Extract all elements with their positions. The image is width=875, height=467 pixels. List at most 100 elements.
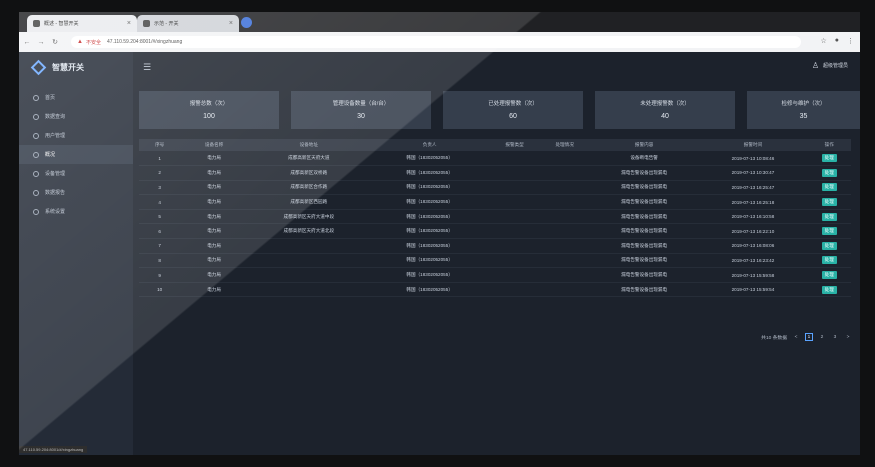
tab-favicon-icon <box>143 20 150 27</box>
table-row: 1 电力局 成都高新区天府大道 韩国（18302052055） 设备断电告警 2019-0… <box>139 151 851 167</box>
table-cell <box>539 151 590 167</box>
table-cell: 韩国（18302052055） <box>369 209 490 225</box>
table-cell: 处理 <box>807 194 851 210</box>
column-header: 设备名称 <box>180 139 248 151</box>
table-cell: 处理 <box>807 165 851 181</box>
sidebar-item-query[interactable]: 数据查询 <box>19 107 133 126</box>
next-page-button[interactable]: > <box>844 333 852 341</box>
stat-label: 检修与维护（次） <box>781 101 826 107</box>
handle-button[interactable]: 处理 <box>821 183 837 192</box>
table-cell: 6 <box>139 223 181 240</box>
chart-icon <box>33 151 39 158</box>
table-body: 1 电力局 成都高新区天府大道 韩国（18302052055） 设备断电告警 2019-0… <box>139 151 851 298</box>
stat-value: 40 <box>661 113 669 120</box>
sidebar-item-devices[interactable]: 设备管理 <box>19 164 133 183</box>
table-cell: 韩国（18302052055） <box>369 282 490 298</box>
table-cell: 漏电告警设备出现漏电 <box>589 267 699 283</box>
stat-label: 报警总数（次） <box>189 101 229 107</box>
menu-icon[interactable]: ⋮ <box>847 37 854 45</box>
column-header: 报警内容 <box>589 139 699 151</box>
sidebar: 智慧开关 首页 数据查询 用户管理 概况 设备管理 数据报告 系统设置 <box>19 52 133 455</box>
table-row: 3 电力局 成都高新区合作路 韩国（18302052055） 漏电告警设备出现漏电 201… <box>139 180 851 196</box>
brand-name: 智慧开关 <box>52 62 84 72</box>
table-cell: 5 <box>139 209 181 225</box>
table-cell <box>489 253 540 269</box>
stat-card-unhandled: 未处理报警数（次） 40 <box>595 91 735 129</box>
sidebar-item-overview[interactable]: 概况 <box>19 145 133 164</box>
user-menu[interactable]: ♙ 超级管理员 <box>812 61 848 70</box>
handle-button[interactable]: 处理 <box>821 256 837 265</box>
table-cell: 1 <box>139 151 181 167</box>
sidebar-item-label: 设备管理 <box>45 171 66 177</box>
back-icon[interactable]: ← <box>21 39 33 46</box>
new-tab-icon[interactable] <box>241 17 252 28</box>
table-cell: 漏电告警设备出现漏电 <box>589 253 699 269</box>
url-input[interactable]: ▲ 不安全 47.110.59.204:8001/#/xingzhuang <box>71 36 801 48</box>
reload-icon[interactable]: ↻ <box>49 38 61 46</box>
table-cell: 成都高新区天府大道北段 <box>247 223 370 240</box>
handle-button[interactable]: 处理 <box>821 241 837 250</box>
handle-button[interactable]: 处理 <box>821 154 837 163</box>
main-content: ☰ ♙ 超级管理员 报警总数（次） 100 管理设备数量（台/台） 30 已处理… <box>133 52 860 455</box>
table-cell: 电力局 <box>180 165 248 181</box>
browser-tab-bar: 概述 - 智慧开关 × 示范 - 开关 × <box>19 12 860 32</box>
table-cell: 9 <box>139 267 181 283</box>
account-icon[interactable]: ● <box>835 37 839 45</box>
star-icon[interactable]: ☆ <box>820 37 826 45</box>
table-cell: 处理 <box>807 151 851 167</box>
table-cell: 韩国（18302052055） <box>369 180 490 196</box>
browser-tab-title: 概述 - 智慧开关 <box>44 21 79 27</box>
page-button-2[interactable]: 2 <box>818 333 826 341</box>
handle-button[interactable]: 处理 <box>821 212 837 221</box>
table-cell: 成都高新区天府大道中段 <box>247 209 370 225</box>
browser-tab-title: 示范 - 开关 <box>154 21 179 27</box>
table-cell: 韩国（18302052055） <box>369 151 490 167</box>
table-row: 8 电力局 韩国（18302052055） 漏电告警设备出现漏电 2019-07-13 … <box>139 253 851 269</box>
handle-button[interactable]: 处理 <box>821 285 837 294</box>
stat-label: 未处理报警数（次） <box>640 101 690 107</box>
page-button-3[interactable]: 3 <box>831 333 839 341</box>
security-label: 不安全 <box>85 39 101 46</box>
browser-tab-1[interactable]: 概述 - 智慧开关 × <box>27 15 137 32</box>
forward-icon[interactable]: → <box>35 39 47 46</box>
handle-button[interactable]: 处理 <box>821 227 837 236</box>
page-button-1[interactable]: 1 <box>805 333 813 341</box>
column-header: 序号 <box>139 139 181 151</box>
sidebar-item-reports[interactable]: 数据报告 <box>19 183 133 202</box>
close-icon[interactable]: × <box>127 20 131 27</box>
browser-tab-2[interactable]: 示范 - 开关 × <box>137 15 239 32</box>
sidebar-item-label: 系统设置 <box>45 209 66 215</box>
table-cell: 电力局 <box>180 180 248 196</box>
sidebar-item-label: 首页 <box>45 95 56 101</box>
gear-icon <box>33 208 39 215</box>
stat-value: 30 <box>357 113 365 120</box>
table-cell: 韩国（18302052055） <box>369 223 490 240</box>
table-cell: 处理 <box>807 209 851 225</box>
sidebar-item-settings[interactable]: 系统设置 <box>19 202 133 221</box>
table-cell: 2019-07-13 15:59:54 <box>698 282 808 298</box>
close-icon[interactable]: × <box>229 20 233 27</box>
stat-card-maintenance: 检修与维护（次） 35 <box>747 91 860 129</box>
table-cell: 电力局 <box>180 267 248 283</box>
hamburger-icon[interactable]: ☰ <box>143 62 151 73</box>
user-icon <box>33 132 39 139</box>
table-cell: 7 <box>139 238 181 254</box>
table-cell <box>489 180 540 196</box>
table-cell: 成都高新区双桥路 <box>247 165 370 181</box>
sidebar-item-label: 用户管理 <box>45 133 66 139</box>
stat-value: 60 <box>509 113 517 120</box>
table-cell: 2019-07-13 16:10:58 <box>698 209 808 225</box>
table-header-row: 序号 设备名称 设备地址 负责人 报警类型 处理情况 报警内容 报警时间 操作 <box>139 139 851 151</box>
handle-button[interactable]: 处理 <box>821 271 837 280</box>
column-header: 操作 <box>807 139 851 151</box>
table-cell: 2019-07-13 10:30:47 <box>698 165 808 181</box>
handle-button[interactable]: 处理 <box>821 168 837 177</box>
table-cell: 成都高新区天府大道 <box>247 151 370 167</box>
prev-page-button[interactable]: < <box>792 333 800 341</box>
stats-cards: 报警总数（次） 100 管理设备数量（台/台） 30 已处理报警数（次） 60 … <box>139 91 860 129</box>
sidebar-item-label: 概况 <box>45 152 56 158</box>
handle-button[interactable]: 处理 <box>821 198 837 207</box>
sidebar-item-users[interactable]: 用户管理 <box>19 126 133 145</box>
sidebar-item-home[interactable]: 首页 <box>19 88 133 107</box>
top-bar: ☰ ♙ 超级管理员 <box>133 52 860 82</box>
